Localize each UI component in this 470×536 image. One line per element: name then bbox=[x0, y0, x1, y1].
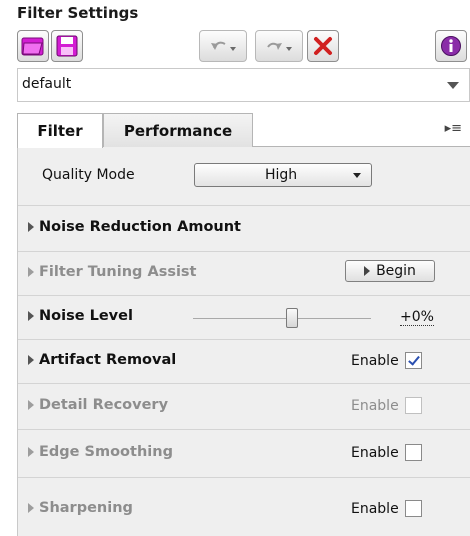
undo-button[interactable] bbox=[199, 30, 247, 62]
tab-filter[interactable]: Filter bbox=[17, 113, 103, 148]
noise-level-text: Noise Level bbox=[39, 308, 133, 324]
detail-recovery-enable[interactable]: Enable bbox=[351, 397, 422, 414]
sharpening-enable[interactable]: Enable bbox=[351, 500, 422, 517]
chevron-down-icon bbox=[353, 173, 361, 178]
expand-triangle-icon bbox=[28, 400, 34, 410]
artifact-removal-text: Artifact Removal bbox=[39, 352, 177, 368]
floppy-save-icon bbox=[56, 35, 78, 57]
noise-level-slider-track[interactable] bbox=[193, 318, 371, 319]
artifact-removal-enable[interactable]: Enable bbox=[351, 352, 422, 369]
edge-smoothing-label: Edge Smoothing bbox=[28, 444, 173, 460]
quality-mode-row: Quality Mode High bbox=[18, 147, 470, 206]
noise-reduction-text: Noise Reduction Amount bbox=[39, 219, 241, 235]
preset-dropdown[interactable]: default bbox=[17, 68, 470, 102]
quality-mode-select[interactable]: High bbox=[194, 163, 372, 187]
undo-icon bbox=[211, 41, 236, 51]
sharpening-checkbox[interactable] bbox=[404, 500, 422, 517]
noise-level-row: Noise Level +0% bbox=[18, 296, 470, 340]
artifact-removal-row[interactable]: Artifact Removal Enable bbox=[18, 340, 470, 384]
detail-recovery-row[interactable]: Detail Recovery Enable bbox=[18, 384, 470, 430]
expand-triangle-icon bbox=[28, 222, 34, 232]
edge-smoothing-checkbox[interactable] bbox=[404, 444, 422, 461]
tab-bar: Filter Performance ▸≡ bbox=[17, 111, 470, 148]
quality-mode-value: High bbox=[265, 167, 298, 183]
noise-level-slider-thumb[interactable] bbox=[286, 308, 298, 328]
red-x-icon bbox=[314, 37, 332, 55]
noise-reduction-row[interactable]: Noise Reduction Amount bbox=[18, 206, 470, 252]
sharpening-row[interactable]: Sharpening Enable bbox=[18, 478, 470, 536]
info-button[interactable] bbox=[435, 30, 467, 62]
save-button[interactable] bbox=[51, 30, 83, 62]
filter-tab-content: Quality Mode High Noise Reduction Amount… bbox=[17, 147, 470, 536]
quality-mode-label: Quality Mode bbox=[42, 167, 135, 183]
enable-label: Enable bbox=[351, 352, 399, 369]
artifact-removal-label: Artifact Removal bbox=[28, 352, 176, 368]
redo-button[interactable] bbox=[255, 30, 303, 62]
tuning-assist-label: Filter Tuning Assist bbox=[28, 264, 197, 280]
delete-button[interactable] bbox=[307, 30, 339, 62]
edge-smoothing-enable[interactable]: Enable bbox=[351, 444, 422, 461]
preset-value: default bbox=[22, 76, 72, 92]
expand-triangle-icon bbox=[28, 503, 34, 513]
noise-level-label[interactable]: Noise Level bbox=[28, 308, 133, 324]
artifact-removal-checkbox[interactable] bbox=[404, 352, 422, 369]
begin-button-label: Begin bbox=[376, 263, 416, 279]
play-icon bbox=[364, 266, 371, 276]
folder-open-icon bbox=[21, 37, 44, 56]
expand-triangle-icon bbox=[28, 355, 34, 365]
enable-label: Enable bbox=[351, 444, 399, 461]
enable-label: Enable bbox=[351, 500, 399, 517]
open-button[interactable] bbox=[17, 30, 49, 62]
tab-performance-label: Performance bbox=[123, 121, 233, 140]
edge-smoothing-row[interactable]: Edge Smoothing Enable bbox=[18, 430, 470, 478]
redo-icon bbox=[267, 42, 292, 51]
panel-menu-icon[interactable]: ▸≡ bbox=[445, 121, 462, 136]
begin-button[interactable]: Begin bbox=[345, 260, 435, 282]
info-icon bbox=[441, 36, 461, 56]
expand-triangle-icon bbox=[28, 267, 34, 277]
detail-recovery-text: Detail Recovery bbox=[39, 397, 169, 413]
filter-settings-panel: Filter Settings default Filter Performan… bbox=[0, 0, 470, 536]
expand-triangle-icon bbox=[28, 447, 34, 457]
expand-triangle-icon bbox=[28, 311, 34, 321]
panel-title: Filter Settings bbox=[17, 4, 139, 22]
detail-recovery-checkbox[interactable] bbox=[404, 397, 422, 414]
tab-performance[interactable]: Performance bbox=[103, 113, 253, 147]
sharpening-label: Sharpening bbox=[28, 500, 133, 516]
detail-recovery-label: Detail Recovery bbox=[28, 397, 168, 413]
tab-filter-label: Filter bbox=[37, 122, 83, 140]
toolbar bbox=[17, 30, 467, 64]
edge-smoothing-text: Edge Smoothing bbox=[39, 444, 173, 460]
tuning-assist-row[interactable]: Filter Tuning Assist Begin bbox=[18, 252, 470, 296]
chevron-down-icon bbox=[447, 82, 459, 89]
tuning-assist-text: Filter Tuning Assist bbox=[39, 264, 197, 280]
noise-level-value[interactable]: +0% bbox=[400, 309, 434, 326]
noise-reduction-label: Noise Reduction Amount bbox=[28, 219, 241, 235]
enable-label: Enable bbox=[351, 397, 399, 414]
sharpening-text: Sharpening bbox=[39, 500, 133, 516]
